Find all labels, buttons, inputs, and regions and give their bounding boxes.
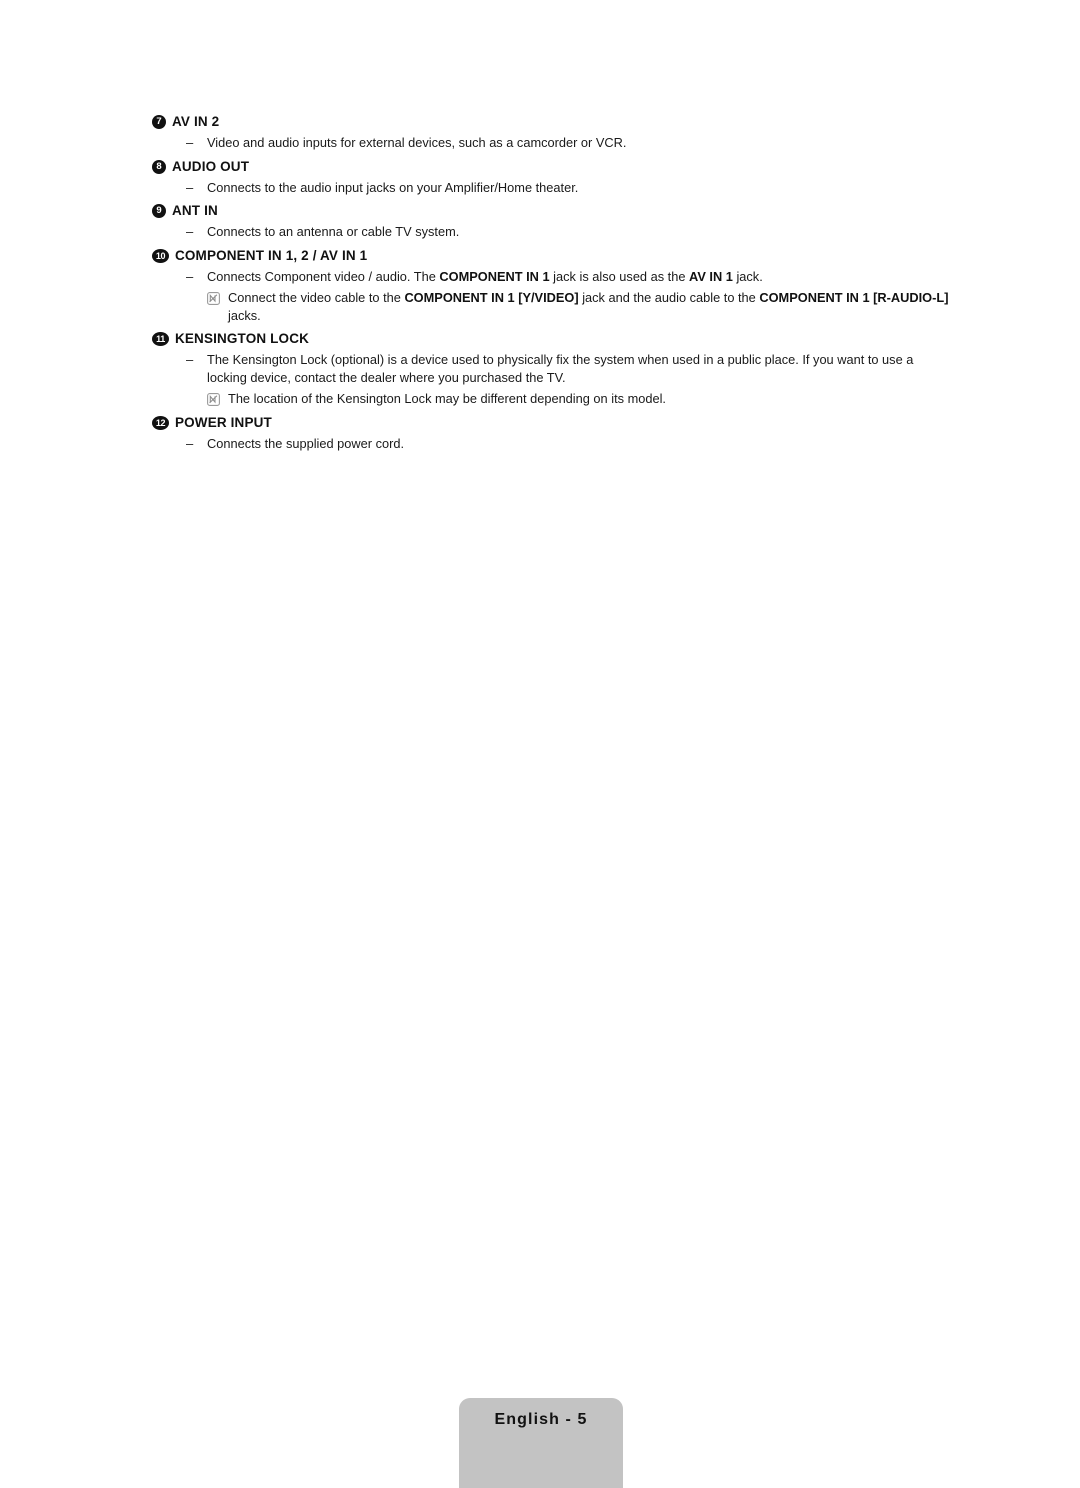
description-row: – Video and audio inputs for external de… [152, 134, 952, 152]
entry-audio-out: 8 AUDIO OUT – Connects to the audio inpu… [152, 159, 952, 197]
note-pen-icon [207, 291, 220, 305]
description-row: – Connects Component video / audio. The … [152, 268, 952, 286]
connection-jack-list: 7 AV IN 2 – Video and audio inputs for e… [152, 114, 952, 452]
description-text: Connects the supplied power cord. [207, 435, 405, 451]
entry-heading: 9 ANT IN [152, 203, 952, 218]
note-text: Connect the video cable to the COMPONENT… [228, 290, 949, 323]
description-text: Connects to the audio input jacks on you… [207, 179, 579, 195]
description-row: – Connects the supplied power cord. [152, 435, 952, 453]
entry-ant-in: 9 ANT IN – Connects to an antenna or cab… [152, 203, 952, 241]
entry-kensington-lock: 11 KENSINGTON LOCK – The Kensington Lock… [152, 331, 952, 408]
dash-bullet-icon: – [186, 224, 194, 239]
page-footer-tab: English - 5 [459, 1398, 623, 1488]
entry-title: KENSINGTON LOCK [175, 331, 310, 346]
entry-heading: 12 POWER INPUT [152, 415, 952, 430]
note-pen-icon [207, 392, 220, 406]
description-row: – The Kensington Lock (optional) is a de… [152, 351, 952, 386]
dash-bullet-icon: – [186, 435, 194, 451]
list-marker-icon: 11 [152, 332, 169, 346]
entry-title: POWER INPUT [175, 414, 272, 430]
entry-heading: 11 KENSINGTON LOCK [152, 331, 952, 346]
entry-title: AUDIO OUT [172, 158, 250, 174]
description-text: Connects Component video / audio. The CO… [207, 268, 763, 284]
description-text: Connects to an antenna or cable TV syste… [207, 224, 460, 239]
description-text: Video and audio inputs for external devi… [207, 135, 627, 150]
description-text: The Kensington Lock (optional) is a devi… [207, 352, 914, 385]
description-row: – Connects to an antenna or cable TV sys… [152, 223, 952, 241]
note-row: The location of the Kensington Lock may … [152, 390, 952, 408]
note-text: The location of the Kensington Lock may … [228, 391, 666, 406]
list-marker-icon: 8 [152, 159, 166, 174]
dash-bullet-icon: – [186, 268, 194, 284]
entry-title: ANT IN [172, 203, 218, 218]
entry-title: AV IN 2 [172, 114, 220, 129]
dash-bullet-icon: – [186, 352, 194, 367]
page-number-label: English - 5 [494, 1411, 588, 1428]
entry-heading: 8 AUDIO OUT [152, 159, 952, 174]
entry-title: COMPONENT IN 1, 2 / AV IN 1 [175, 247, 368, 263]
entry-component-in: 10 COMPONENT IN 1, 2 / AV IN 1 – Connect… [152, 248, 952, 325]
dash-bullet-icon: – [186, 135, 194, 150]
entry-heading: 7 AV IN 2 [152, 114, 952, 129]
entry-av-in-2: 7 AV IN 2 – Video and audio inputs for e… [152, 114, 952, 152]
dash-bullet-icon: – [186, 179, 194, 195]
list-marker-icon: 7 [152, 115, 166, 129]
manual-page: 7 AV IN 2 – Video and audio inputs for e… [0, 0, 1080, 1488]
entry-power-input: 12 POWER INPUT – Connects the supplied p… [152, 415, 952, 453]
list-marker-icon: 10 [152, 248, 169, 263]
list-marker-icon: 9 [152, 204, 166, 218]
list-marker-icon: 12 [152, 415, 169, 430]
note-row: Connect the video cable to the COMPONENT… [152, 289, 952, 324]
entry-heading: 10 COMPONENT IN 1, 2 / AV IN 1 [152, 248, 952, 263]
description-row: – Connects to the audio input jacks on y… [152, 179, 952, 197]
